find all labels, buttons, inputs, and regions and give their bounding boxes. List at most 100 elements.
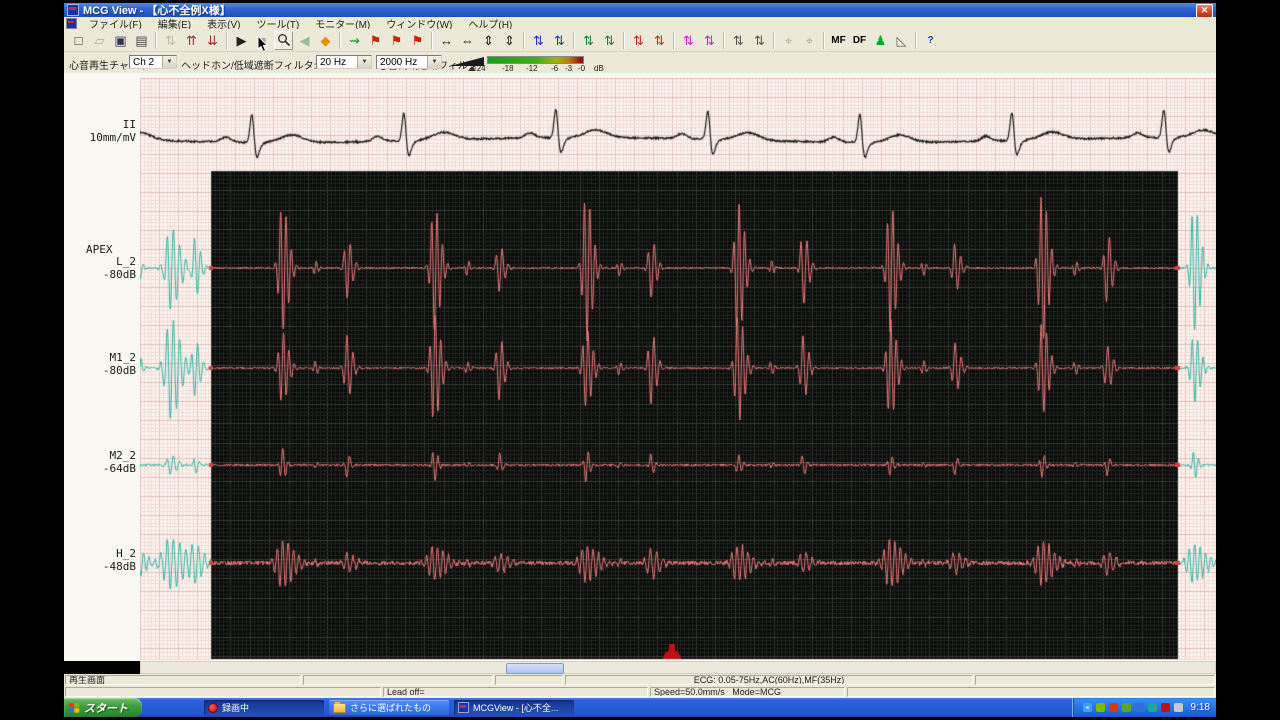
stop-button: ■	[253, 31, 272, 50]
status-bar-main: Lead off=Speed=50.0mm/s Mode=MCG	[64, 686, 1216, 698]
tray-icon-2[interactable]	[1109, 703, 1118, 712]
status-cell-status1-1	[303, 675, 493, 685]
meter-tick-label: -0	[578, 64, 585, 73]
lowcut-select-label: ヘッドホン/低域遮断フィルタ:	[181, 57, 316, 72]
gain-down-mid-button[interactable]: ⇅	[650, 31, 669, 50]
folder-icon	[333, 703, 346, 713]
gain-up-high-button[interactable]: ⇅	[679, 31, 698, 50]
time-expand-button[interactable]: ↔	[437, 31, 456, 50]
taskbar-task-1[interactable]: さらに選ばれたもの	[329, 700, 449, 715]
flag-1-button[interactable]: ⚑	[366, 31, 385, 50]
start-button-label: スタート	[84, 700, 128, 716]
chevron-down-icon[interactable]: ▼	[357, 56, 371, 68]
tray-icon-6[interactable]	[1161, 703, 1170, 712]
marker-up-button[interactable]: ⇈	[182, 31, 201, 50]
patient-button[interactable]: ♟	[871, 31, 890, 50]
status-cell-status1-4	[975, 675, 1215, 685]
close-icon[interactable]: ✕	[1196, 4, 1213, 18]
gain-up-all-button[interactable]: ⇅	[529, 31, 548, 50]
horizontal-scrollbar[interactable]	[140, 661, 1216, 674]
toolbar-separator	[155, 32, 157, 49]
save-button[interactable]: ▣	[111, 31, 130, 50]
toolbar-separator	[573, 32, 575, 49]
gain-up-low-button[interactable]: ⇅	[579, 31, 598, 50]
m1-label: M1_2-80dB	[64, 351, 136, 377]
waveform-canvas	[140, 78, 1216, 660]
system-tray: ◂ 9:18	[1072, 698, 1216, 717]
tray-icon-4[interactable]	[1135, 703, 1144, 712]
highcut-select[interactable]: 2000 Hz ▼	[376, 55, 442, 69]
toolbar: □▱▣▤⇅⇈⇊▶■◀◆⇝⚑⚑⚑↔⇔⇕⇕⇅⇅⇅⇅⇅⇅⇅⇅⇅⇅⌖⌖MFDF♟◺?	[64, 29, 1216, 52]
time-compress-button[interactable]: ⇔	[458, 31, 477, 50]
status-cell-status2-0	[65, 687, 381, 697]
meter-tick-label: -12	[526, 64, 538, 73]
tray-icon-3[interactable]	[1122, 703, 1131, 712]
zoom-button[interactable]	[274, 31, 293, 50]
measure-button[interactable]: ◺	[892, 31, 911, 50]
record-icon	[208, 703, 218, 713]
meter-tick-label: -3	[565, 64, 572, 73]
flag-3-button[interactable]: ⚑	[408, 31, 427, 50]
df-filter-button[interactable]: DF	[850, 31, 869, 50]
status-cell-status1-0: 再生画面	[65, 675, 301, 685]
toolbar-separator	[773, 32, 775, 49]
status-cell-status1-3: ECG: 0.05-75Hz,AC(60Hz),MF(35Hz)	[565, 675, 973, 685]
back-button: ◀	[295, 31, 314, 50]
meter-tick-label: -18	[502, 64, 514, 73]
gain-down-low-button[interactable]: ⇅	[600, 31, 619, 50]
gain-up-mid-button[interactable]: ⇅	[629, 31, 648, 50]
chevron-down-icon[interactable]: ▼	[427, 56, 441, 68]
tray-icon-5[interactable]	[1148, 703, 1157, 712]
toolbar-separator	[915, 32, 917, 49]
l2-label: L_2-80dB	[64, 255, 136, 281]
toolbar-separator	[673, 32, 675, 49]
task-label: MCGView - [心不全...	[473, 701, 558, 714]
marker-down-button[interactable]: ⇊	[203, 31, 222, 50]
gain-down-all-button[interactable]: ⇅	[550, 31, 569, 50]
start-button[interactable]: スタート	[64, 698, 142, 717]
export-button: ⇅	[161, 31, 180, 50]
meter-tick-label: -24	[474, 64, 486, 73]
meter-tick-label: -6	[551, 64, 558, 73]
event-mark-button[interactable]: ◆	[316, 31, 335, 50]
amp-expand-button[interactable]: ⇕	[479, 31, 498, 50]
tray-collapse-icon[interactable]: ◂	[1083, 703, 1092, 712]
chevron-down-icon[interactable]: ▼	[162, 56, 176, 68]
control-bar: 心音再生チャンネル: Ch 2 ▼ ヘッドホン/低域遮断フィルタ: 20 Hz …	[64, 52, 1216, 74]
task-label: さらに選ばれたもの	[350, 701, 431, 714]
shift-up-button[interactable]: ⇅	[729, 31, 748, 50]
auto-play-button[interactable]: ⇝	[345, 31, 364, 50]
status-bar-playback: 再生画面 ECG: 0.05-75Hz,AC(60Hz),MF(35Hz)	[64, 674, 1216, 686]
help-button[interactable]: ?	[921, 31, 940, 50]
open-file-button: ▱	[90, 31, 109, 50]
toolbar-separator	[431, 32, 433, 49]
taskbar-task-0[interactable]: 録画中	[204, 700, 324, 715]
scrollbar-thumb[interactable]	[506, 663, 564, 674]
flag-2-button[interactable]: ⚑	[387, 31, 406, 50]
align-button: ⌖	[779, 31, 798, 50]
mcg-icon	[458, 702, 469, 713]
waveform-area: II10mm/mVAPEXL_2-80dBM1_2-80dBM2_2-64dBH…	[64, 73, 1216, 661]
status-cell-status2-2: Speed=50.0mm/s Mode=MCG	[650, 687, 845, 697]
print-button[interactable]: ▤	[132, 31, 151, 50]
gain-down-high-button[interactable]: ⇅	[700, 31, 719, 50]
shift-down-button[interactable]: ⇅	[750, 31, 769, 50]
taskbar-clock: 9:18	[1191, 702, 1210, 713]
mf-filter-button[interactable]: MF	[829, 31, 848, 50]
tray-icon-7[interactable]	[1174, 703, 1183, 712]
toolbar-separator	[623, 32, 625, 49]
h2-label: H_2-48dB	[64, 547, 136, 573]
lowcut-select[interactable]: 20 Hz ▼	[316, 55, 372, 69]
taskbar-task-2[interactable]: MCGView - [心不全...	[454, 700, 574, 715]
app-icon	[67, 4, 79, 16]
ecg-lead-label: II10mm/mV	[64, 118, 136, 144]
toolbar-separator	[523, 32, 525, 49]
amp-compress-button[interactable]: ⇕	[500, 31, 519, 50]
level-meter	[487, 56, 584, 64]
play-button[interactable]: ▶	[232, 31, 251, 50]
channel-select[interactable]: Ch 2 ▼	[129, 55, 177, 69]
new-file-button[interactable]: □	[69, 31, 88, 50]
tray-icon-1[interactable]	[1096, 703, 1105, 712]
windows-flag-icon	[68, 702, 80, 714]
meter-tick-label: dB	[594, 64, 604, 73]
